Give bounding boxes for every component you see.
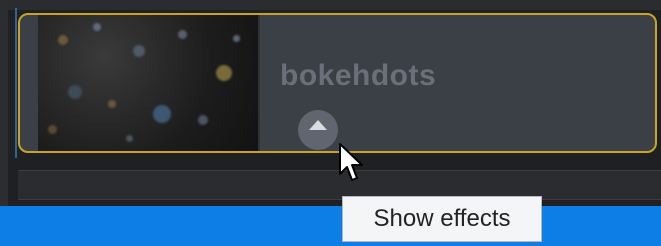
- timeline-top-strip: [0, 0, 661, 10]
- status-bar: [0, 206, 661, 246]
- playhead-line[interactable]: [15, 8, 17, 158]
- mouse-pointer-icon: [339, 143, 363, 181]
- timeline-panel: bokehdots Show effects: [0, 0, 661, 246]
- bokeh-dot: [108, 100, 116, 108]
- bokeh-dot: [178, 30, 187, 39]
- bokeh-dot: [126, 135, 133, 142]
- bokeh-dot: [68, 85, 82, 99]
- timeline-left-rail: [0, 0, 8, 206]
- chevron-up-icon: [309, 120, 327, 130]
- bokeh-dot: [48, 125, 57, 134]
- show-effects-button[interactable]: [298, 110, 338, 150]
- clip-thumbnail: [38, 15, 258, 151]
- bokeh-dot: [153, 105, 171, 123]
- bokeh-dot: [216, 65, 232, 81]
- bokeh-dot: [198, 115, 208, 125]
- bokeh-dot: [58, 35, 68, 45]
- tooltip: Show effects: [342, 196, 542, 242]
- bokeh-dot: [233, 35, 240, 42]
- bokeh-dot: [93, 23, 101, 31]
- bokeh-dot: [133, 45, 145, 57]
- clip-thumbnail-divider: [258, 15, 260, 151]
- clip-title: bokehdots: [280, 59, 437, 92]
